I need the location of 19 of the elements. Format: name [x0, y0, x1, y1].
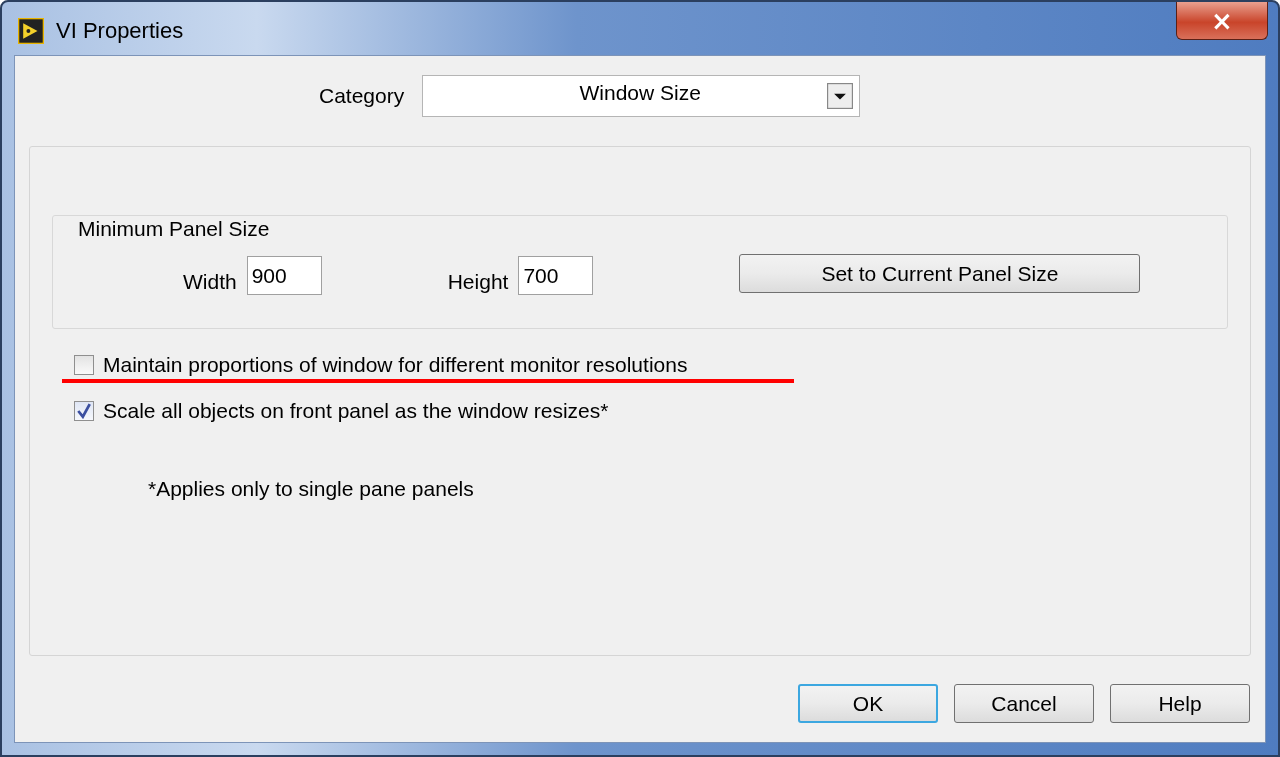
number-field[interactable]: 700 [518, 256, 594, 295]
footnote: *Applies only to single pane panels [148, 477, 475, 501]
field-label: Width [183, 269, 237, 294]
group-title: Minimum Panel Size [78, 217, 270, 241]
window-title: VI Properties [56, 18, 184, 44]
checkbox-label: Maintain proportions of window for different monitor resolutions [103, 352, 688, 377]
category-label: Category [319, 84, 405, 108]
field-label: Height [447, 269, 509, 294]
close-button[interactable]: × [1176, 2, 1268, 40]
app-icon [18, 18, 44, 44]
dialog-button[interactable]: Cancel [954, 684, 1094, 723]
number-field[interactable]: 900 [246, 256, 322, 295]
checkbox-label: Scale all objects on front panel as the window resizes* [103, 398, 609, 423]
checkbox[interactable] [74, 400, 94, 421]
dialog-button[interactable]: Help [1110, 684, 1250, 723]
category-dropdown[interactable]: Window Size [422, 75, 861, 117]
checkbox[interactable] [74, 354, 94, 375]
dialog-button[interactable]: OK [798, 684, 938, 723]
set-size-button[interactable]: Set to Current Panel Size [739, 254, 1141, 293]
